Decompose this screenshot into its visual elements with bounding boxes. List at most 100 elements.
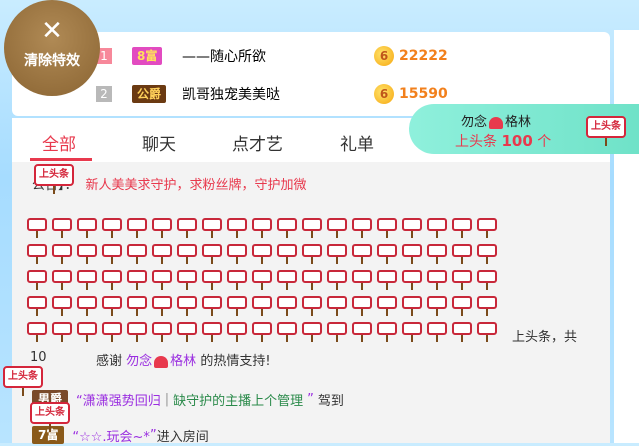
headline-sign-icon <box>402 294 422 316</box>
headline-sign-icon <box>402 216 422 238</box>
headline-sign-icon <box>77 294 97 316</box>
coin-icon: 6 <box>374 46 394 66</box>
headline-sign-icon <box>477 216 497 238</box>
tab-chat[interactable]: 聊天 <box>142 130 176 155</box>
headline-sign-icon <box>327 320 347 342</box>
message-action: 进入房间 <box>156 429 209 445</box>
headline-sign-icon <box>127 242 147 264</box>
announcement-text: 新人美美求守护，求粉丝牌，守护加微 <box>85 178 307 193</box>
headline-sign-icon <box>202 242 222 264</box>
message-separator: | <box>164 391 170 407</box>
headline-sign-icon <box>227 294 247 316</box>
headline-number: 100 <box>501 132 533 150</box>
headline-sign-icon <box>302 294 322 316</box>
headline-sign-icon <box>27 294 47 316</box>
user-name[interactable]: ——随心所欲 <box>182 46 266 66</box>
headline-sign-icon <box>77 320 97 342</box>
headline-sign-icon <box>252 294 272 316</box>
thanks-user-right[interactable]: 格林 <box>170 354 196 369</box>
headline-sign-icon <box>302 216 322 238</box>
headline-flag: 上头条 <box>586 116 626 146</box>
headline-msg-prefix: 10 <box>30 350 47 365</box>
headline-sign-icon <box>377 268 397 290</box>
headline-sign-icon <box>477 320 497 342</box>
headline-sign-icon <box>27 320 47 342</box>
flag-pole <box>49 424 51 432</box>
headline-sign-icon <box>77 268 97 290</box>
headline-sign-icon <box>177 268 197 290</box>
rank-row[interactable]: 1 8富 ——随心所欲 6 22222 <box>12 42 610 70</box>
headline-sign-icon <box>477 294 497 316</box>
level-badge: 公爵 <box>132 85 167 103</box>
headline-sign-icon <box>27 268 47 290</box>
headline-sign-icon <box>352 242 372 264</box>
headline-sign-icon <box>452 268 472 290</box>
right-sidebar <box>614 30 639 443</box>
headline-sign-icon <box>77 216 97 238</box>
headline-sign-icon <box>452 242 472 264</box>
headline-sign-icon <box>177 242 197 264</box>
headline-sign-icon <box>352 320 372 342</box>
headline-sign-icon <box>27 216 47 238</box>
headline-sign-icon <box>352 268 372 290</box>
message-text: 缺守护的主播上个管理 <box>173 393 304 409</box>
headline-sign-icon <box>152 242 172 264</box>
headline-flag: 上头条 <box>30 402 70 432</box>
headline-sign-icon <box>277 268 297 290</box>
headline-sign-icon <box>202 216 222 238</box>
headline-sign-icon <box>127 320 147 342</box>
headline-sign-icon <box>477 268 497 290</box>
flag-text: 上头条 <box>34 164 74 186</box>
headline-sign-icon <box>327 268 347 290</box>
headline-count: 上头条 100 个 <box>455 131 551 151</box>
headline-sign-icon <box>127 216 147 238</box>
user-name[interactable]: 凯哥独宠美美哒 <box>182 84 280 104</box>
message-quote: ” <box>149 427 157 443</box>
headline-sign-grid <box>27 216 507 348</box>
thanks-user-left[interactable]: 勿念 <box>126 354 152 369</box>
tab-talent[interactable]: 点才艺 <box>232 130 283 155</box>
headline-unit: 个 <box>537 134 552 150</box>
headline-sign-icon <box>52 294 72 316</box>
heart-icon <box>154 355 169 368</box>
flag-pole <box>53 186 55 194</box>
headline-sign-icon <box>402 320 422 342</box>
headline-sign-icon <box>252 216 272 238</box>
headline-sign-icon <box>202 294 222 316</box>
message-user[interactable]: “潇潇强势回归 <box>76 390 161 409</box>
headline-label: 上头条 <box>455 134 497 150</box>
headline-sign-icon <box>127 268 147 290</box>
headline-sign-icon <box>77 242 97 264</box>
headline-sign-icon <box>177 294 197 316</box>
headline-sign-icon <box>327 216 347 238</box>
headline-sign-icon <box>302 320 322 342</box>
headline-sign-icon <box>377 294 397 316</box>
headline-sign-icon <box>102 320 122 342</box>
headline-sign-icon <box>477 242 497 264</box>
clear-effects-button[interactable]: ✕ 清除特效 <box>4 0 100 96</box>
room-panel: 1 8富 ——随心所欲 6 22222 2 公爵 凯哥独宠美美哒 6 15590… <box>10 30 612 445</box>
headline-sign-icon <box>252 242 272 264</box>
headline-sign-icon <box>302 268 322 290</box>
rank-score: 22222 <box>399 48 448 64</box>
chat-message: 男爵 “潇潇强势回归 | 缺守护的主播上个管理 ” 驾到 <box>32 388 344 410</box>
headline-sign-icon <box>152 216 172 238</box>
flag-text: 上头条 <box>3 366 43 388</box>
headline-sign-icon <box>427 242 447 264</box>
message-user[interactable]: “☆☆.玩会~* <box>72 426 150 445</box>
headline-sign-icon <box>377 320 397 342</box>
headline-sign-icon <box>102 268 122 290</box>
headline-sign-icon <box>452 294 472 316</box>
headline-sign-icon <box>352 216 372 238</box>
headline-sign-icon <box>52 268 72 290</box>
headline-sign-icon <box>277 216 297 238</box>
headline-sign-icon <box>377 216 397 238</box>
headline-sign-icon <box>52 320 72 342</box>
headline-flag: 上头条 <box>3 366 43 396</box>
headline-sign-icon <box>202 268 222 290</box>
headline-sign-icon <box>327 242 347 264</box>
message-quote: ” <box>307 391 314 407</box>
tab-gift-list[interactable]: 礼单 <box>340 130 374 155</box>
flag-pole <box>22 388 24 396</box>
tab-all[interactable]: 全部 <box>42 130 76 155</box>
